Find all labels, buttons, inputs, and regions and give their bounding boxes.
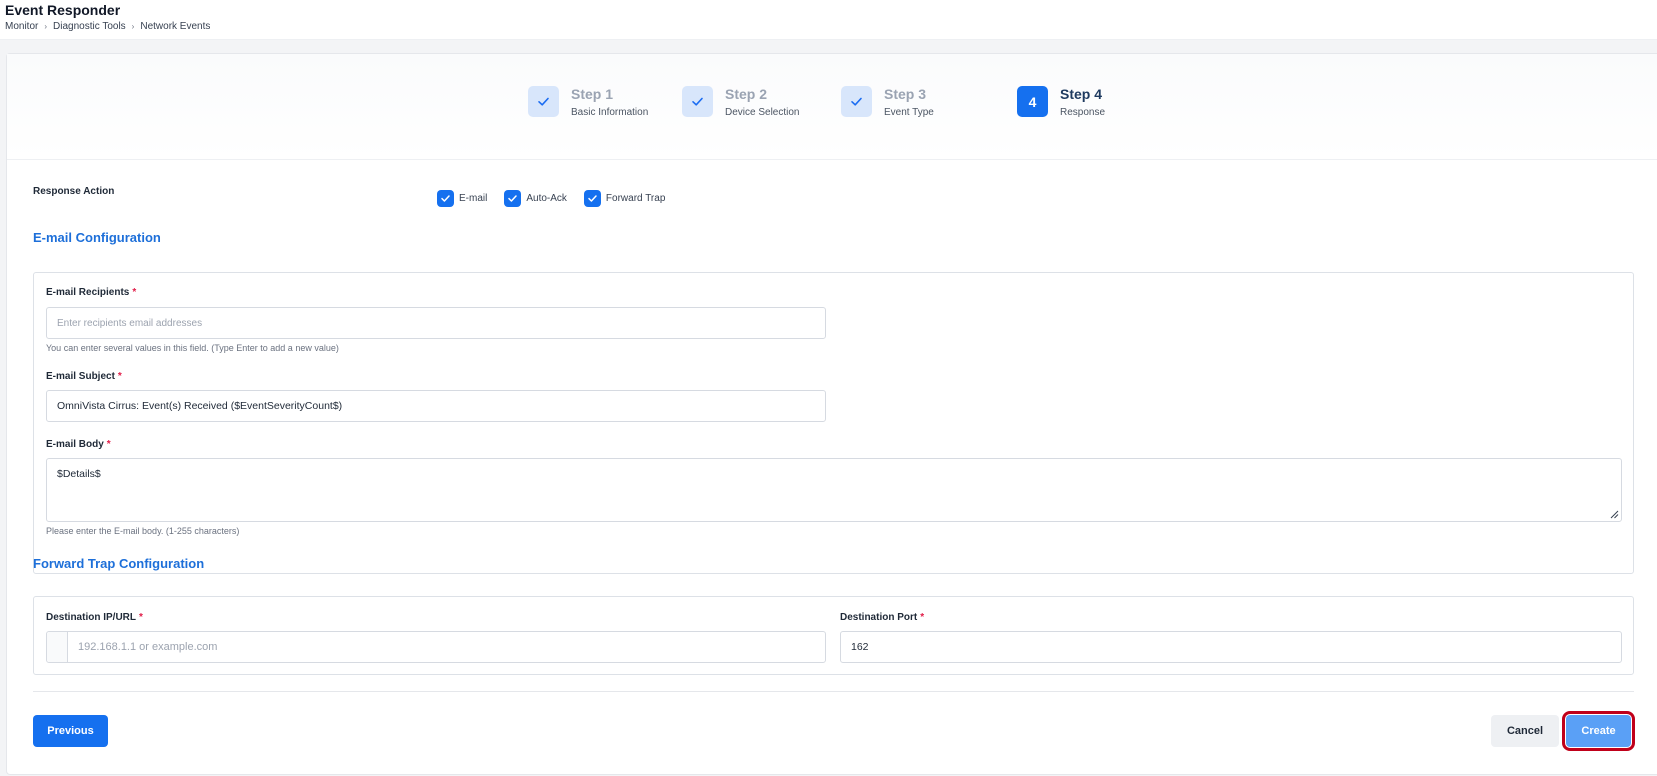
checkbox-label: E-mail [459,193,488,204]
footer-divider [33,691,1634,692]
check-icon [441,195,450,202]
email-body-label: E-mail Body * [46,439,111,450]
step-1[interactable]: Step 1 Basic Information [528,86,648,118]
breadcrumb-separator: › [44,22,48,31]
email-subject-label: E-mail Subject * [46,371,122,382]
email-recipients-label: E-mail Recipients * [46,287,136,298]
destination-port-label: Destination Port * [840,612,924,623]
step-3[interactable]: Step 3 Event Type [841,86,934,118]
email-subject-value: OmniVista Cirrus: Event(s) Received ($Ev… [57,400,343,412]
breadcrumb-item-diagnostic-tools[interactable]: Diagnostic Tools [53,21,126,32]
email-config-title: E-mail Configuration [33,230,161,245]
destination-port-input[interactable]: 162 [840,631,1622,663]
checkbox-box[interactable] [583,190,601,207]
page-title: Event Responder [5,2,121,18]
field-label-text: Destination IP/URL [46,612,137,623]
previous-button[interactable]: Previous [33,715,108,747]
checkbox-label: Forward Trap [605,193,666,204]
check-icon [692,97,703,106]
email-body-helper: Please enter the E-mail body. (1-255 cha… [46,526,240,536]
field-label-text: E-mail Body [46,439,104,450]
email-body-textarea[interactable]: $Details$ [46,458,1622,522]
email-recipients-input[interactable] [57,317,825,329]
step-subtitle: Basic Information [571,107,649,118]
response-action-label: Response Action [33,186,115,197]
destination-port-value: 162 [851,641,869,653]
breadcrumb: Monitor › Diagnostic Tools › Network Eve… [5,21,210,32]
step-number-badge: 4 [1017,86,1048,117]
breadcrumb-separator: › [131,22,135,31]
destination-ip-input[interactable]: 192.168.1.1 or example.com [46,631,826,663]
required-marker: * [132,287,137,298]
trap-config-title: Forward Trap Configuration [33,556,205,571]
required-marker: * [139,612,143,623]
step-done-badge [682,86,713,117]
stepper: Step 1 Basic Information Step 2 Device S… [7,54,1657,160]
required-marker: * [117,371,122,382]
field-label-text: E-mail Subject [46,371,115,382]
field-label-text: Destination Port [840,612,918,623]
step-4[interactable]: 4 Step 4 Response [1017,86,1105,118]
checkbox-box[interactable] [437,190,454,207]
field-label-text: E-mail Recipients [46,287,130,298]
wizard-card: Step 1 Basic Information Step 2 Device S… [6,53,1657,775]
check-icon [588,195,597,202]
destination-ip-placeholder: 192.168.1.1 or example.com [78,641,218,653]
create-button[interactable]: Create [1562,711,1635,751]
checkbox-label: Auto-Ack [526,193,567,204]
auto-ack-checkbox[interactable]: Auto-Ack [504,190,567,207]
email-recipients-input-wrapper[interactable] [46,307,826,339]
step-title: Step 1 [571,86,614,102]
step-subtitle: Device Selection [725,107,800,118]
top-bar: Event Responder Monitor › Diagnostic Too… [0,0,1657,40]
step-subtitle: Event Type [884,107,934,118]
destination-ip-prefix [47,632,68,662]
required-marker: * [106,439,111,450]
step-done-badge [528,86,559,117]
step-title: Step 2 [725,86,768,102]
check-icon [538,97,549,106]
email-recipients-helper: You can enter several values in this fie… [46,343,339,353]
required-marker: * [920,612,925,623]
resize-grip-icon[interactable] [1609,509,1619,519]
step-title: Step 4 [1060,86,1103,102]
email-config-box: E-mail Recipients* You can enter several… [33,272,1634,574]
trap-config-box: Destination IP/URL * 192.168.1.1 or examp… [33,596,1634,675]
response-action-options: E-mail Auto-Ack Forward Trap [437,190,682,207]
cancel-button[interactable]: Cancel [1491,715,1559,747]
step-done-badge [841,86,872,117]
check-icon [851,97,862,106]
checkbox-box[interactable] [504,190,522,207]
step-title: Step 3 [884,86,927,102]
breadcrumb-item-network-events: Network Events [140,21,211,32]
email-subject-input[interactable]: OmniVista Cirrus: Event(s) Received ($Ev… [46,390,826,422]
forward-trap-checkbox[interactable]: Forward Trap [583,190,666,207]
email-body-value: $Details$ [57,468,101,480]
step-2[interactable]: Step 2 Device Selection [682,86,799,118]
destination-ip-label: Destination IP/URL * [46,612,143,623]
email-checkbox[interactable]: E-mail [437,190,487,207]
step-subtitle: Response [1060,107,1106,118]
check-icon [508,195,518,202]
breadcrumb-item-monitor[interactable]: Monitor [5,21,38,32]
